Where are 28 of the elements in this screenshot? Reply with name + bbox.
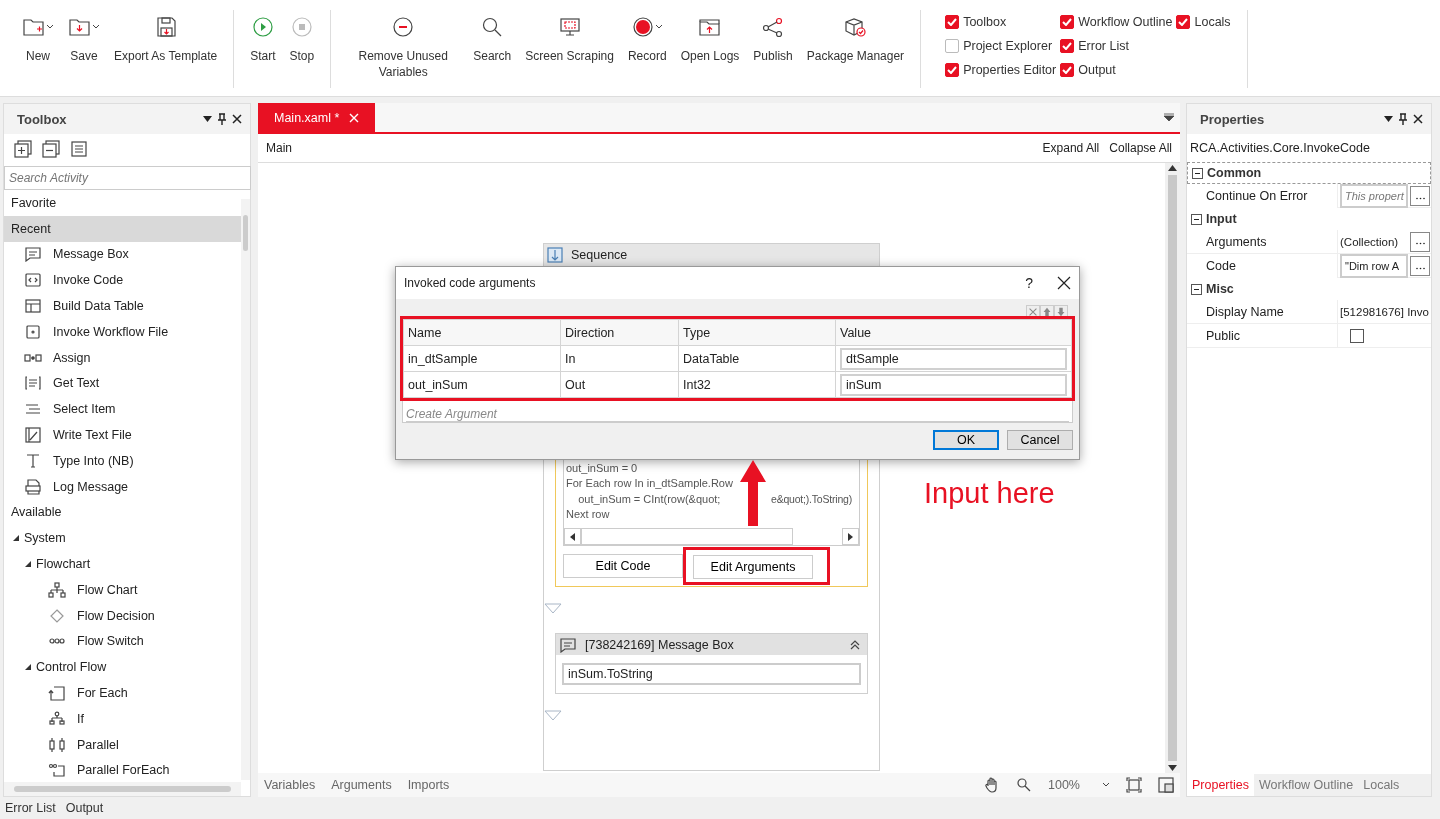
panel-title: Toolbox xyxy=(17,111,67,127)
table-cell: out_inSum xyxy=(403,371,561,398)
checkbox-label: Properties Editor xyxy=(963,63,1057,77)
checkbox-label: Toolbox xyxy=(963,15,1007,29)
checkbox-label: Workflow Outline xyxy=(1078,15,1173,29)
section-title: Misc xyxy=(1206,282,1234,296)
dialog-title: Invoked code arguments xyxy=(404,276,537,290)
code-line: e&quot;).ToString) xyxy=(771,492,853,505)
checkbox-label: Locals xyxy=(1194,15,1231,29)
code-line: out_inSum = CInt(row(&quot; xyxy=(577,492,721,507)
table-cell: in_dtSample xyxy=(403,345,561,372)
code-line: Next row xyxy=(566,507,610,522)
section-title: Common xyxy=(1207,166,1262,180)
annotation-text: Input here xyxy=(924,477,1055,510)
checkbox-label: Output xyxy=(1078,63,1116,77)
code-line: out_inSum = 0 xyxy=(566,462,638,476)
activity-title: Sequence xyxy=(571,248,628,262)
checkbox-label: Error List xyxy=(1078,39,1129,53)
activity-title: [738242169] Message Box xyxy=(585,637,734,652)
panel-title: Properties xyxy=(1200,111,1265,127)
section-title: Input xyxy=(1206,212,1237,226)
checkbox-label: Project Explorer xyxy=(963,39,1053,53)
table-cell: DataTable xyxy=(678,345,836,372)
type-name: RCA.Activities.Core.InvokeCode xyxy=(1189,140,1371,157)
table-cell: In xyxy=(560,345,679,372)
table-cell: Out xyxy=(560,371,679,398)
code-line: For Each row In in_dtSample.Row xyxy=(566,477,733,492)
table-cell: Int32 xyxy=(678,371,836,398)
